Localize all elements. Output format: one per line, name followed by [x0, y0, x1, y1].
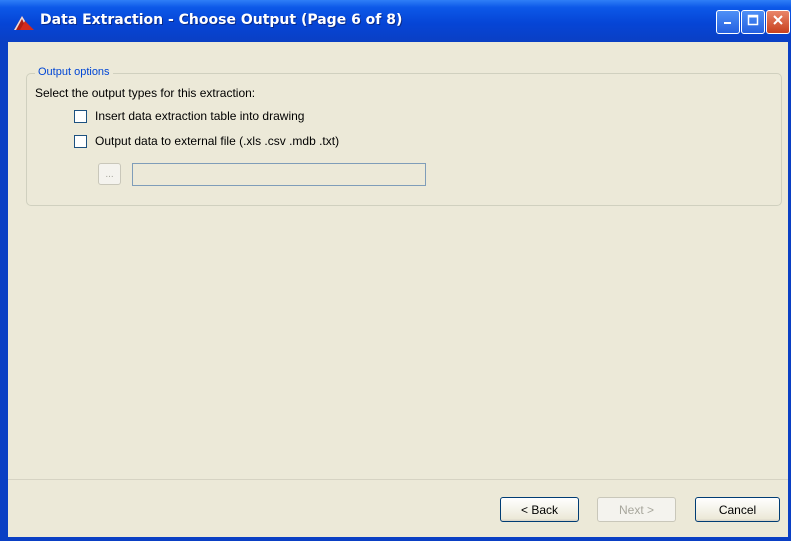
close-icon: [772, 13, 784, 31]
title-bar[interactable]: Data Extraction - Choose Output (Page 6 …: [0, 0, 791, 42]
back-button[interactable]: < Back: [500, 497, 579, 522]
file-path-input[interactable]: [132, 163, 426, 186]
external-file-checkbox[interactable]: [74, 134, 87, 148]
minimize-icon: [722, 13, 734, 31]
window-title: Data Extraction - Choose Output (Page 6 …: [40, 12, 403, 28]
maximize-icon: [747, 13, 759, 31]
minimize-button[interactable]: [716, 10, 740, 34]
footer-divider: [8, 479, 788, 480]
next-button[interactable]: Next >: [597, 497, 676, 522]
maximize-button[interactable]: [741, 10, 765, 34]
insert-table-option[interactable]: Insert data extraction table into drawin…: [74, 109, 304, 123]
insert-table-label[interactable]: Insert data extraction table into drawin…: [95, 109, 304, 123]
cancel-button[interactable]: Cancel: [695, 497, 780, 522]
external-file-option[interactable]: Output data to external file (.xls .csv …: [74, 134, 339, 148]
external-file-label[interactable]: Output data to external file (.xls .csv …: [95, 134, 339, 148]
browse-button[interactable]: ...: [98, 163, 121, 185]
app-icon: [13, 15, 35, 31]
output-types-prompt: Select the output types for this extract…: [35, 86, 256, 100]
insert-table-checkbox[interactable]: [74, 109, 87, 123]
output-options-legend: Output options: [35, 66, 113, 78]
close-button[interactable]: [766, 10, 790, 34]
